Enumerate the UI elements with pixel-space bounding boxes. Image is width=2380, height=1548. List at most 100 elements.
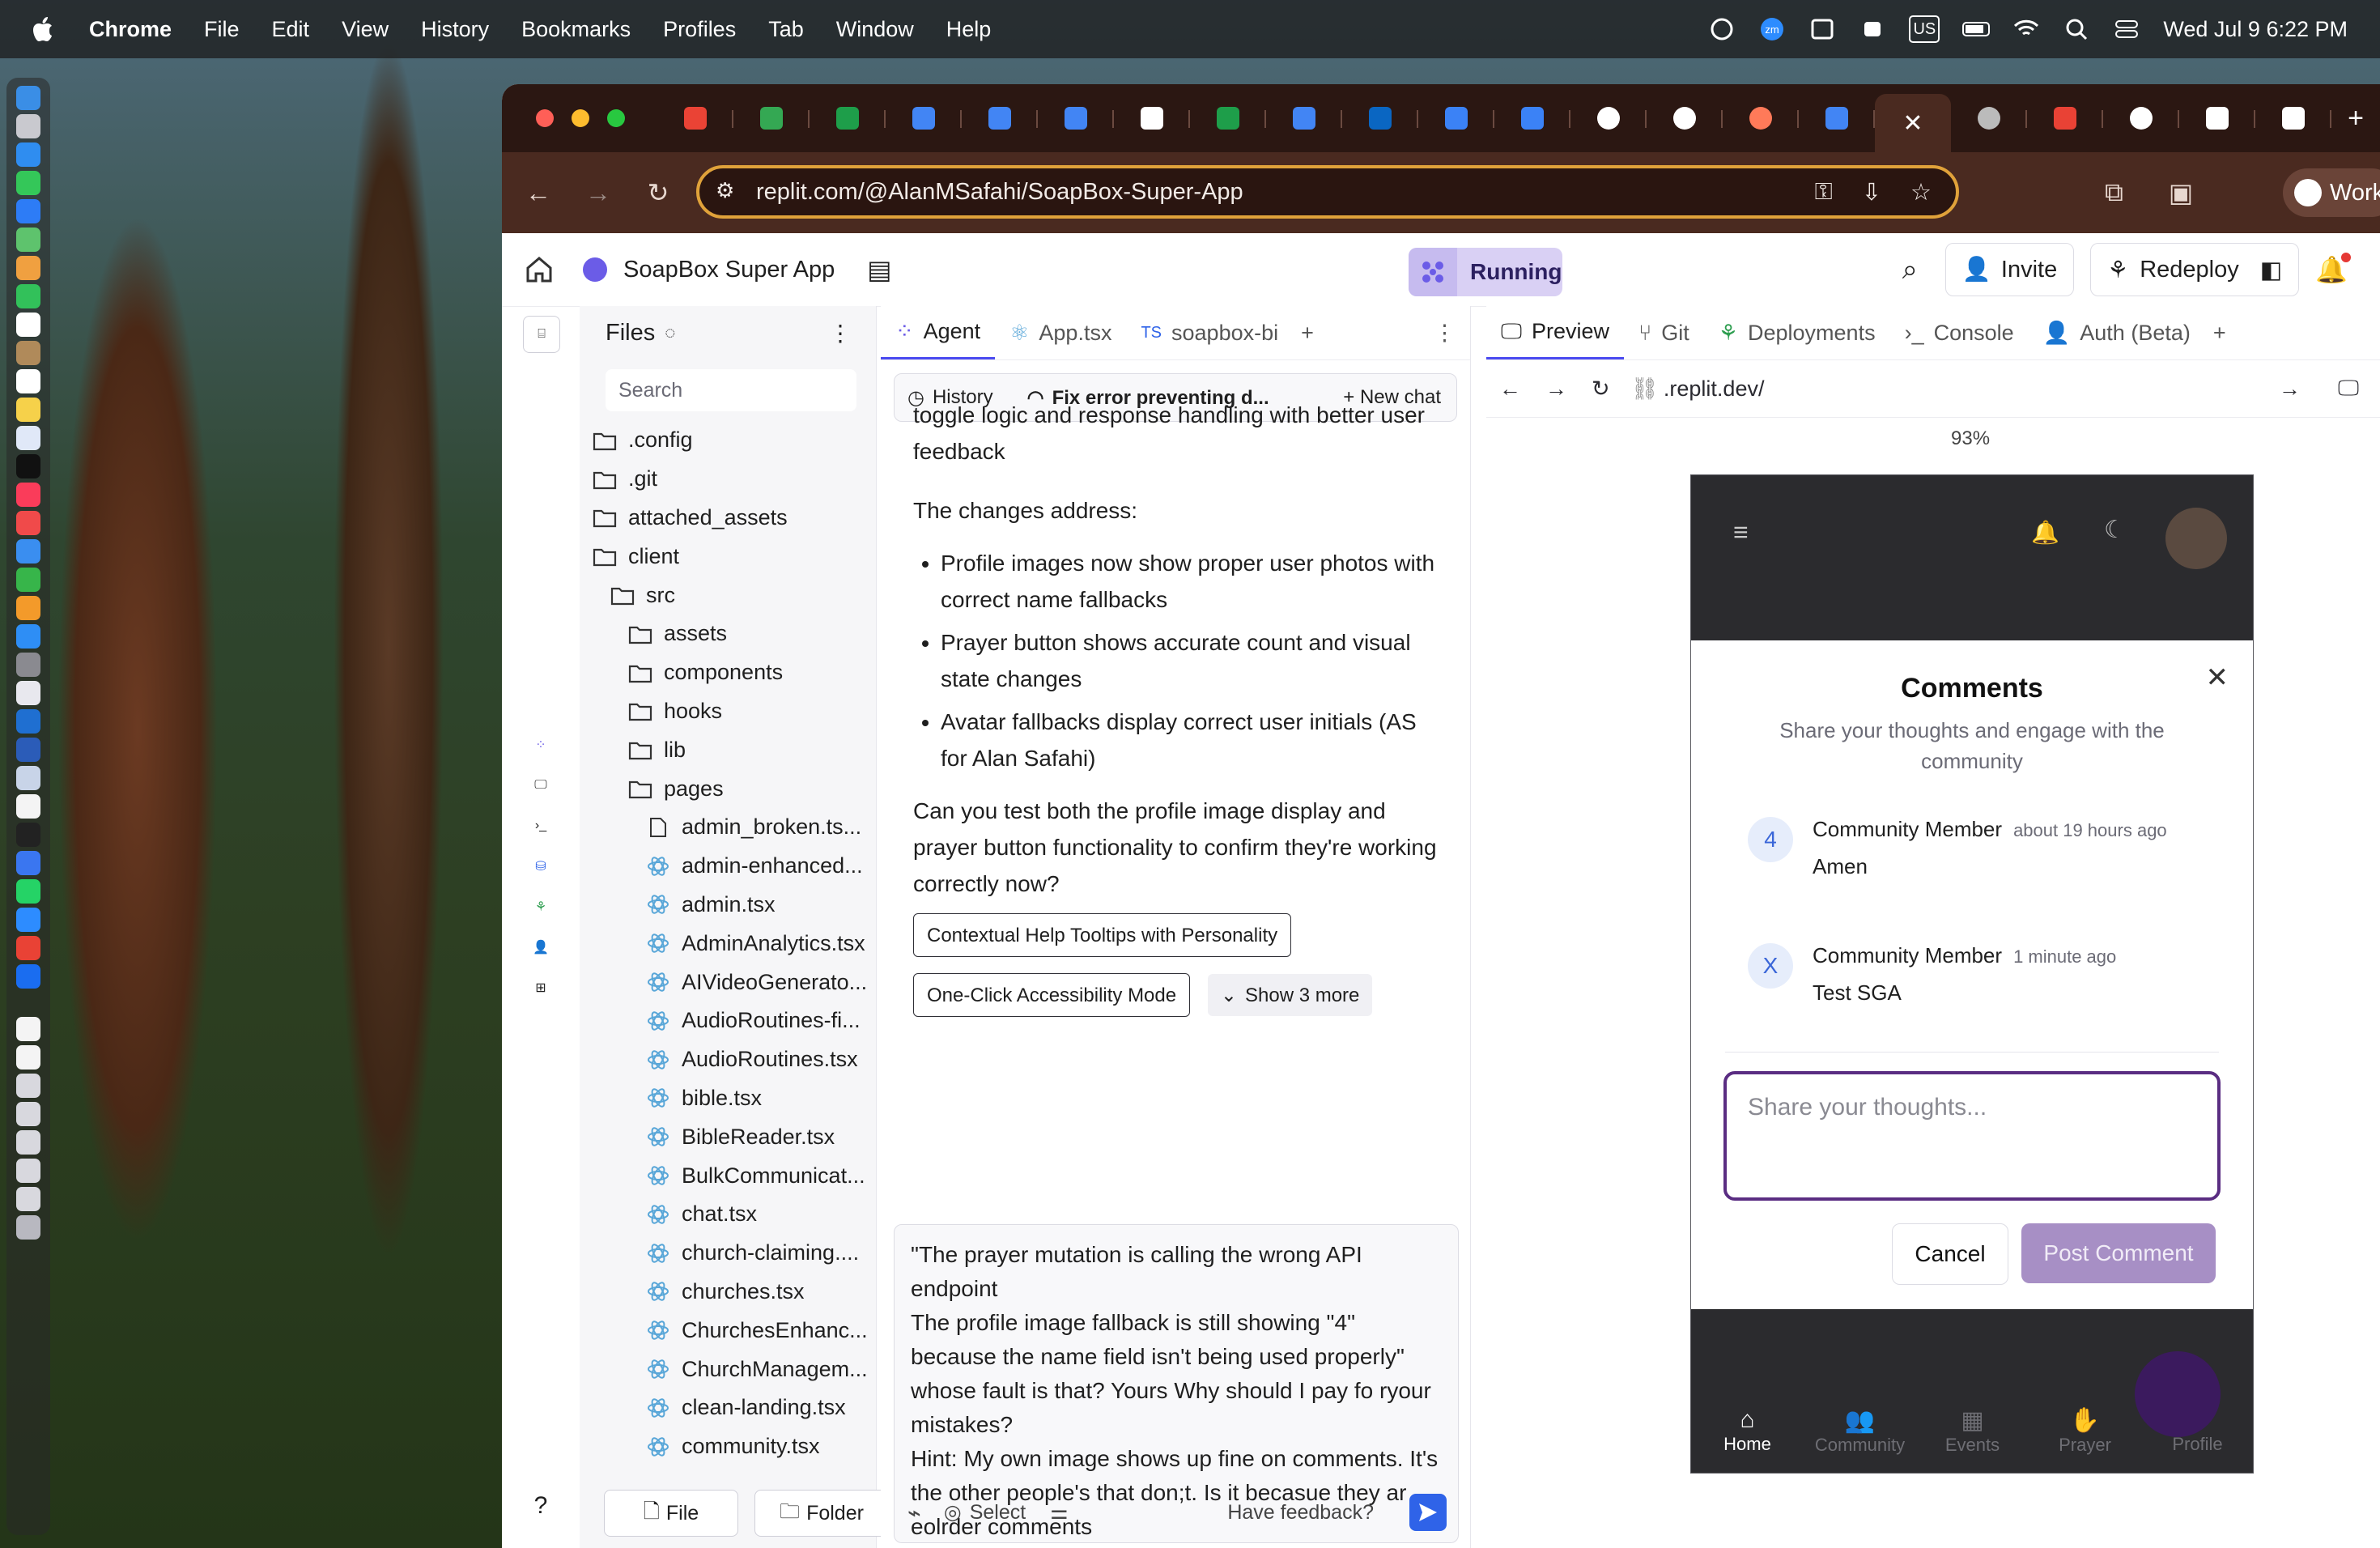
tab-openai[interactable]	[1570, 94, 1647, 142]
select-button[interactable]: ◎ Select	[944, 1500, 1026, 1525]
post-comment-button[interactable]: Post Comment	[2021, 1223, 2216, 1283]
user-avatar[interactable]	[2165, 508, 2227, 569]
tab-sheets-2[interactable]	[1190, 94, 1266, 142]
tab-soapbox-bi[interactable]: TS soapbox-bi	[1126, 306, 1293, 359]
file-tree-item[interactable]: components	[593, 653, 876, 692]
agent-icon[interactable]: ⁘	[523, 727, 559, 763]
tab-google[interactable]	[2103, 94, 2179, 142]
forward-icon[interactable]: →	[575, 169, 622, 216]
document-icon[interactable]	[16, 1045, 40, 1070]
back-icon[interactable]: ←	[515, 169, 562, 216]
zoom-app-icon[interactable]	[16, 908, 40, 932]
file-tree-item[interactable]: ChurchManagem...	[593, 1350, 876, 1389]
file-tree-item[interactable]: bible.tsx	[593, 1079, 876, 1118]
tab-app-3[interactable]	[2179, 94, 2255, 142]
zoom-window-button[interactable]	[607, 109, 625, 127]
preview-reload-icon[interactable]: ↻	[1592, 376, 1610, 402]
wifi-icon[interactable]	[2012, 17, 2040, 41]
database-icon[interactable]: ⛁	[523, 848, 559, 884]
tab-docs-3[interactable]	[1038, 94, 1114, 142]
file-tree-item[interactable]: chat.tsx	[593, 1195, 876, 1234]
open-new-tab-icon[interactable]: →	[2279, 376, 2301, 402]
app-icon[interactable]	[16, 341, 40, 365]
url-text[interactable]: replit.com/@AlanMSafahi/SoapBox-Super-Ap…	[756, 179, 1243, 206]
1password-icon[interactable]	[16, 964, 40, 989]
airplay-icon[interactable]	[1708, 17, 1736, 41]
file-tree-item[interactable]: church-claiming....	[593, 1234, 876, 1273]
redeploy-button[interactable]: ⚘ Redeploy ◧	[2090, 243, 2300, 296]
tv-icon[interactable]	[16, 454, 40, 478]
site-info-icon[interactable]: ⚙	[716, 178, 734, 203]
suggestion-chip[interactable]: Contextual Help Tooltips with Personalit…	[913, 913, 1292, 957]
teams-icon[interactable]	[1859, 17, 1886, 41]
news-icon[interactable]	[16, 511, 40, 535]
feedback-link[interactable]: Have feedback?	[1227, 1501, 1374, 1525]
calendar-icon[interactable]	[16, 313, 40, 337]
tab-docs-4[interactable]	[1266, 94, 1342, 142]
apple-icon[interactable]	[32, 15, 57, 43]
chrome-icon[interactable]	[16, 936, 40, 960]
photos-icon[interactable]	[16, 256, 40, 280]
files-menu-icon[interactable]: ⋮	[829, 320, 852, 347]
bookmark-star-icon[interactable]: ☆	[1910, 178, 1932, 206]
file-tree-item[interactable]: attached_assets	[593, 499, 876, 538]
messages-icon[interactable]	[16, 171, 40, 195]
launchpad-icon[interactable]	[16, 114, 40, 138]
file-tree-item[interactable]: BulkCommunicat...	[593, 1156, 876, 1195]
trash-icon[interactable]	[16, 1215, 40, 1240]
nav-prayer[interactable]: ✋ Prayer	[2029, 1406, 2141, 1456]
files-search-input[interactable]: Search	[606, 369, 856, 411]
tab-search-icon[interactable]: ▣	[2169, 177, 2193, 208]
file-tree-item[interactable]: hooks	[593, 692, 876, 731]
reload-icon[interactable]: ↻	[635, 169, 682, 216]
tab-safari-1[interactable]	[1418, 94, 1494, 142]
agent-composer[interactable]: "The prayer mutation is calling the wron…	[894, 1224, 1459, 1543]
close-tab-icon[interactable]: ✕	[1902, 109, 1923, 138]
menu-tab[interactable]: Tab	[768, 17, 804, 42]
file-tree-icon[interactable]: ⌸	[523, 316, 560, 353]
password-key-icon[interactable]: ⚿	[1815, 179, 1833, 206]
notification-icon[interactable]: 🔔	[2031, 519, 2059, 546]
tab-hubspot[interactable]	[1723, 94, 1799, 142]
file-tree-item[interactable]: admin_broken.ts...	[593, 808, 876, 847]
nav-home[interactable]: ⌂ Home	[1691, 1406, 1804, 1456]
menu-chrome[interactable]: Chrome	[89, 17, 172, 42]
tab-auth[interactable]: 👤 Auth (Beta)	[2029, 306, 2205, 359]
menu-view[interactable]: View	[342, 17, 389, 42]
close-window-button[interactable]	[536, 109, 554, 127]
preview-url[interactable]: .replit.dev/	[1664, 376, 1765, 402]
tab-app-tsx[interactable]: ⚛ App.tsx	[995, 306, 1126, 359]
whatsapp-icon[interactable]	[16, 879, 40, 904]
menu-file[interactable]: File	[204, 17, 240, 42]
file-tree-item[interactable]: admin-enhanced...	[593, 847, 876, 886]
facetime-icon[interactable]	[16, 284, 40, 308]
file-tree-item[interactable]: AIVideoGenerato...	[593, 963, 876, 1002]
iphone-mirroring-icon[interactable]	[16, 681, 40, 705]
menu-bookmarks[interactable]: Bookmarks	[521, 17, 631, 42]
terminal-icon[interactable]	[16, 823, 40, 847]
settings-sliders-icon[interactable]: ⚌	[1050, 1500, 1068, 1525]
file-tree-item[interactable]: community.tsx	[593, 1427, 876, 1466]
screenshot-icon[interactable]	[16, 1102, 40, 1126]
invite-button[interactable]: 👤 Invite	[1944, 243, 2075, 296]
workspace-layout-icon[interactable]: ▤	[867, 254, 891, 285]
menu-profiles[interactable]: Profiles	[663, 17, 736, 42]
file-tree-item[interactable]: client	[593, 537, 876, 576]
menu-history[interactable]: History	[421, 17, 489, 42]
add-preview-tab-button[interactable]: +	[2205, 306, 2234, 359]
preview-icon[interactable]	[16, 766, 40, 790]
tab-git[interactable]: ⑂ Git	[1624, 306, 1704, 359]
tab-app-4[interactable]	[2255, 94, 2331, 142]
tab-app-2[interactable]	[2027, 94, 2103, 142]
tab-linkedin[interactable]	[1342, 94, 1418, 142]
file-tree-item[interactable]: .git	[593, 460, 876, 499]
profile-button[interactable]: Work	[2283, 168, 2380, 217]
signal-icon[interactable]	[16, 851, 40, 875]
tab-sheets[interactable]	[810, 94, 886, 142]
clock[interactable]: Wed Jul 9 6:22 PM	[2163, 17, 2348, 42]
freeform-icon[interactable]	[16, 426, 40, 450]
tab-replit-active[interactable]: ✕	[1875, 94, 1951, 152]
tab-agent[interactable]: ⁘ Agent	[881, 306, 996, 359]
cancel-button[interactable]: Cancel	[1892, 1223, 2008, 1285]
extensions-icon[interactable]: ⧉	[2105, 177, 2123, 208]
